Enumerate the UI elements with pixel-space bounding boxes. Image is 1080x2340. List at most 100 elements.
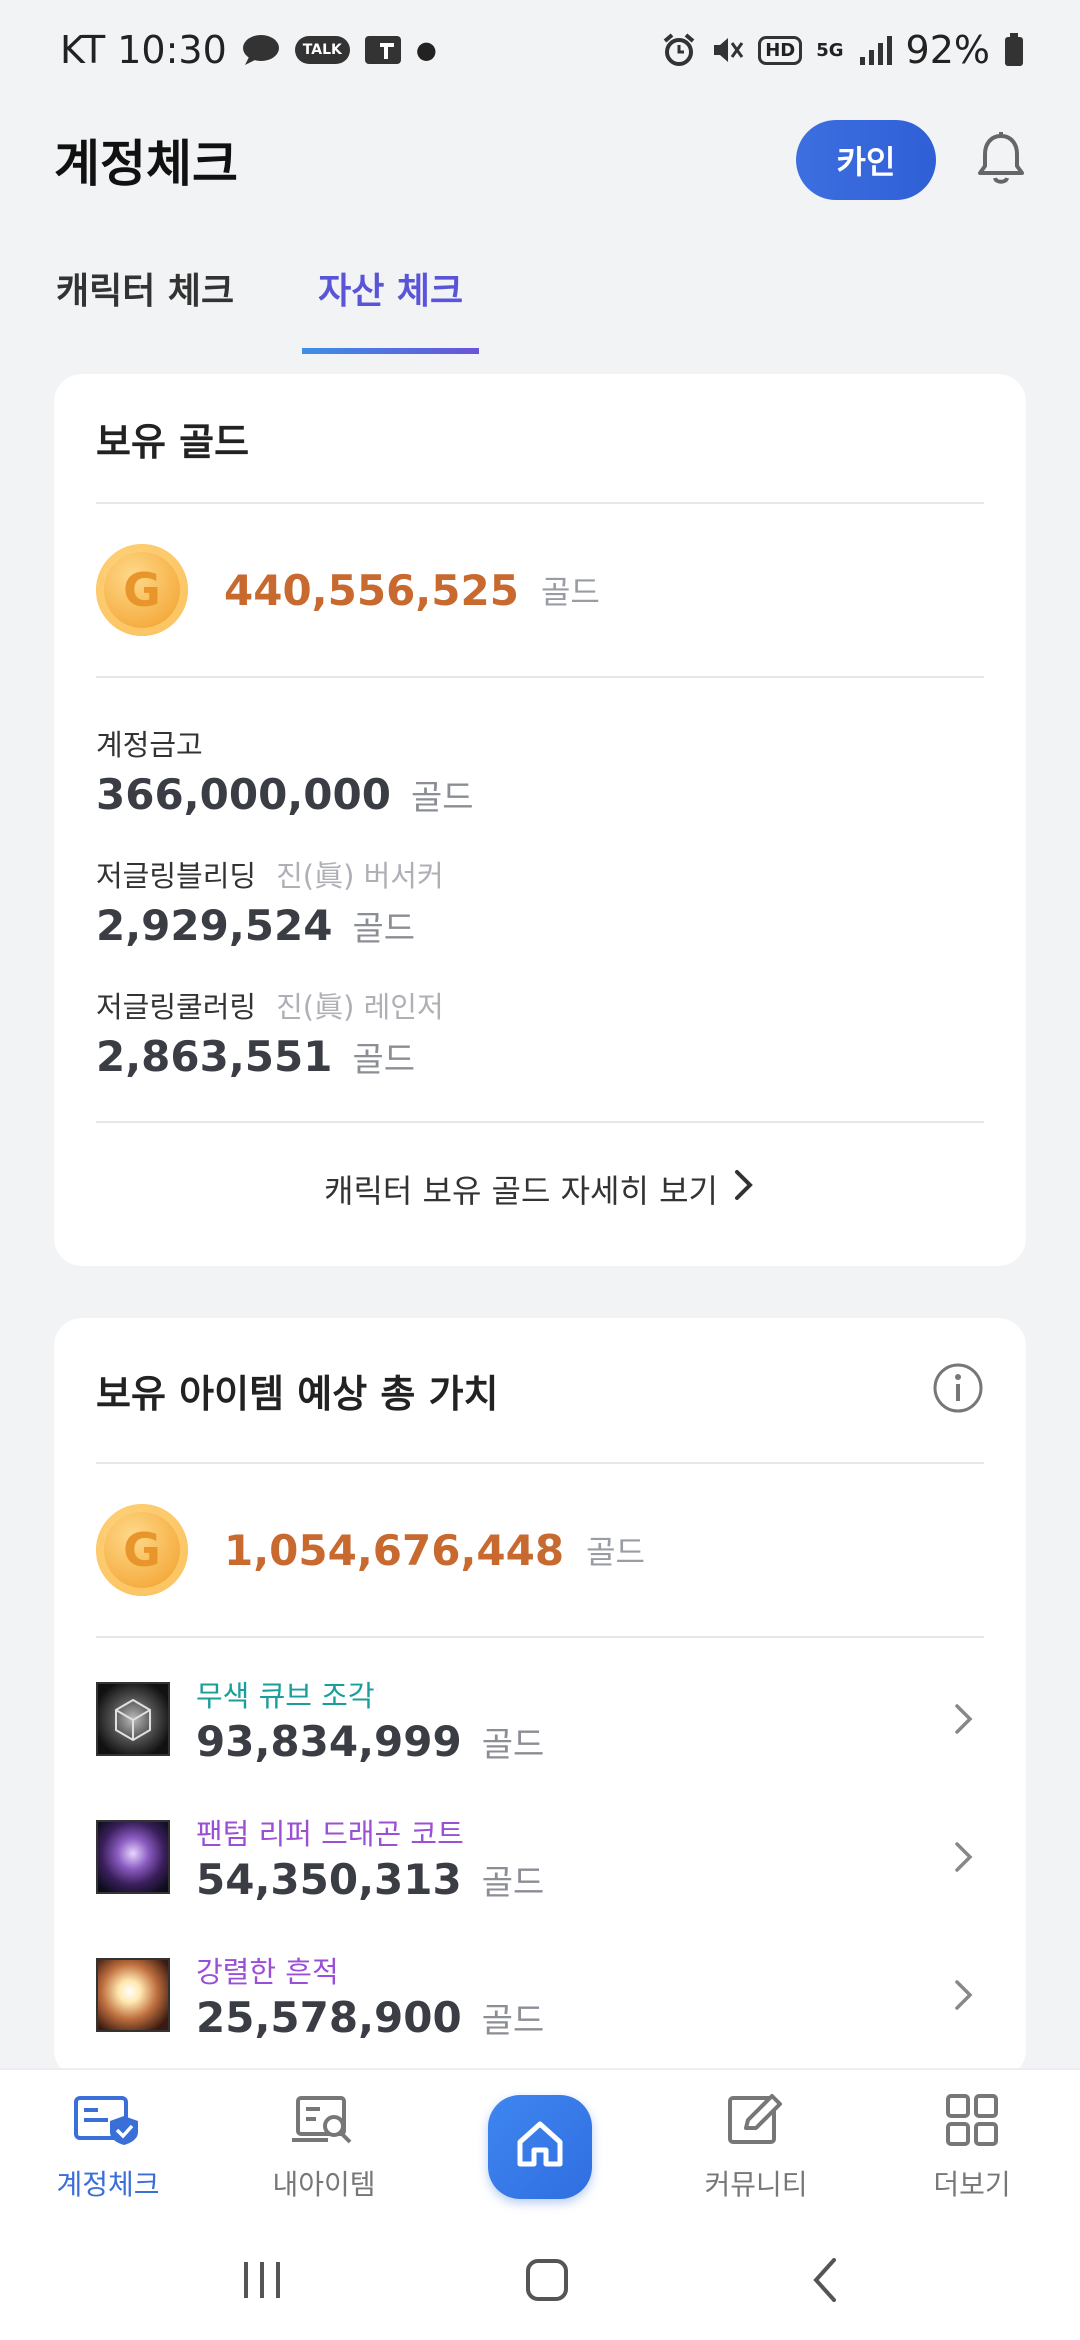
item-unit: 골드 [481,2000,545,2041]
chevron-right-icon [944,1837,984,1877]
talk-icon: TALK [294,36,350,64]
gold-entry-class: 진(眞) 버서커 [276,859,444,893]
gold-entry-name: 저글링블리딩 [96,859,257,893]
alarm-icon [662,33,696,67]
divider [96,676,984,678]
gold-entry-label: 저글링쿨러링 진(眞) 레인저 [96,984,984,1026]
item-info: 무색 큐브 조각 93,834,999 골드 [196,1673,944,1766]
back-icon[interactable] [810,2256,840,2308]
gold-total-row: G 440,556,525 골드 [54,504,1026,676]
home-system-icon[interactable] [525,2258,569,2306]
system-nav-bar [0,2224,1080,2340]
item-search-icon [288,2092,360,2155]
nav-my-items[interactable]: 내아이템 [234,2092,414,2203]
gold-entry-name: 저글링쿨러링 [96,990,257,1024]
item-amount: 93,834,999 [196,1716,462,1766]
gold-entry: 계정금고 366,000,000 골드 [54,722,1026,819]
item-amount-row: 93,834,999 골드 [196,1717,944,1766]
hd-icon: HD [758,35,803,65]
item-amount: 25,578,900 [196,1992,462,2042]
battery-percent: 92% [905,28,990,72]
gold-entry: 저글링쿨러링 진(眞) 레인저 2,863,551 골드 [54,984,1026,1081]
gold-entry-label: 저글링블리딩 진(眞) 버서커 [96,853,984,895]
item-name: 강렬한 흔적 [196,1954,339,1989]
items-total-row: G 1,054,676,448 골드 [54,1464,1026,1636]
notification-dot-icon: ● [415,36,437,64]
status-bar: KT 10:30 TALK ● HD 5G 92% [0,0,1080,100]
nav-home[interactable] [450,2095,630,2199]
network-5g-icon: 5G [816,39,844,61]
gold-entry-unit: 골드 [352,909,416,949]
item-row[interactable]: 강렬한 흔적 25,578,900 골드 [54,1926,1026,2064]
nav-label: 계정체크 [56,2167,160,2201]
item-row[interactable]: 팬텀 리퍼 드래곤 코트 54,350,313 골드 [54,1788,1026,1926]
gold-entry-name: 계정금고 [96,728,203,762]
gold-detail-link[interactable]: 캐릭터 보유 골드 자세히 보기 [54,1123,1026,1255]
gold-entry-amount-row: 2,863,551 골드 [96,1032,984,1081]
chat-bubble-icon [241,33,281,67]
gold-entry-class: 진(眞) 레인저 [276,990,444,1024]
tab-character-check[interactable]: 캐릭터 체크 [56,250,234,354]
gold-entry-amount: 2,863,551 [96,1032,333,1081]
app-header: 계정체크 카인 [0,100,1080,220]
gold-total-amount: 440,556,525 [224,565,519,615]
item-info: 강렬한 흔적 25,578,900 골드 [196,1949,944,2042]
item-amount: 54,350,313 [196,1854,462,1904]
nav-more[interactable]: 더보기 [882,2092,1062,2203]
item-row[interactable]: 무색 큐브 조각 93,834,999 골드 [54,1650,1026,1788]
grid-icon [944,2092,1000,2155]
gold-total-unit: 골드 [540,573,600,611]
nav-label: 내아이템 [272,2167,376,2201]
gold-coin-icon: G [96,1504,188,1596]
divider [96,1636,984,1638]
item-thumbnail-strong-trace [96,1958,170,2032]
carrier-time: KT 10:30 [60,28,227,72]
battery-icon [1004,33,1024,67]
gold-coin-icon: G [96,544,188,636]
gold-entry-amount-row: 2,929,524 골드 [96,901,984,950]
tab-asset-check[interactable]: 자산 체크 [302,250,480,354]
item-name: 팬텀 리퍼 드래곤 코트 [196,1816,464,1851]
edit-icon [724,2092,788,2155]
gold-entry: 저글링블리딩 진(眞) 버서커 2,929,524 골드 [54,853,1026,950]
header-actions: 카인 [796,120,1026,200]
items-total-amount: 1,054,676,448 [224,1525,565,1575]
recent-apps-icon[interactable] [240,2260,284,2304]
status-left: KT 10:30 TALK ● [60,28,437,72]
gold-card: 보유 골드 G 440,556,525 골드 계정금고 366,000,000 … [54,374,1026,1266]
gold-card-title: 보유 골드 [96,419,250,464]
gold-card-header: 보유 골드 [54,374,1026,502]
tab-bar: 캐릭터 체크 자산 체크 [0,250,1080,354]
nav-label: 커뮤니티 [704,2167,808,2201]
bell-icon[interactable] [976,130,1026,190]
account-check-icon [72,2092,144,2155]
chevron-right-icon [944,1699,984,1739]
items-total-unit: 골드 [586,1533,645,1571]
server-select-button[interactable]: 카인 [796,120,936,200]
signal-icon [858,35,892,65]
mute-icon [710,33,744,67]
nav-account-check[interactable]: 계정체크 [18,2092,198,2203]
page-title: 계정체크 [54,135,238,193]
item-amount-row: 54,350,313 골드 [196,1855,944,1904]
gold-entry-amount: 366,000,000 [96,770,391,819]
item-amount-row: 25,578,900 골드 [196,1993,944,2042]
nav-community[interactable]: 커뮤니티 [666,2092,846,2203]
items-value-card: 보유 아이템 예상 총 가치 G 1,054,676,448 골드 무색 큐브 … [54,1318,1026,2078]
home-icon [512,2116,568,2179]
gold-entry-unit: 골드 [410,778,474,818]
gold-detail-link-label: 캐릭터 보유 골드 자세히 보기 [324,1172,718,1210]
item-name: 무색 큐브 조각 [196,1678,375,1713]
bottom-nav: 계정체크 내아이템 커뮤니티 더보기 [0,2068,1080,2224]
item-unit: 골드 [481,1724,545,1765]
item-thumbnail-dragon-coat [96,1820,170,1894]
gold-entry-amount: 2,929,524 [96,901,333,950]
item-info: 팬텀 리퍼 드래곤 코트 54,350,313 골드 [196,1811,944,1904]
chevron-right-icon [732,1168,756,1210]
info-icon[interactable] [932,1362,984,1418]
home-button[interactable] [488,2095,592,2199]
nav-label: 더보기 [933,2167,1011,2201]
item-unit: 골드 [481,1862,545,1903]
gold-entry-unit: 골드 [352,1040,416,1080]
chevron-right-icon [944,1975,984,2015]
